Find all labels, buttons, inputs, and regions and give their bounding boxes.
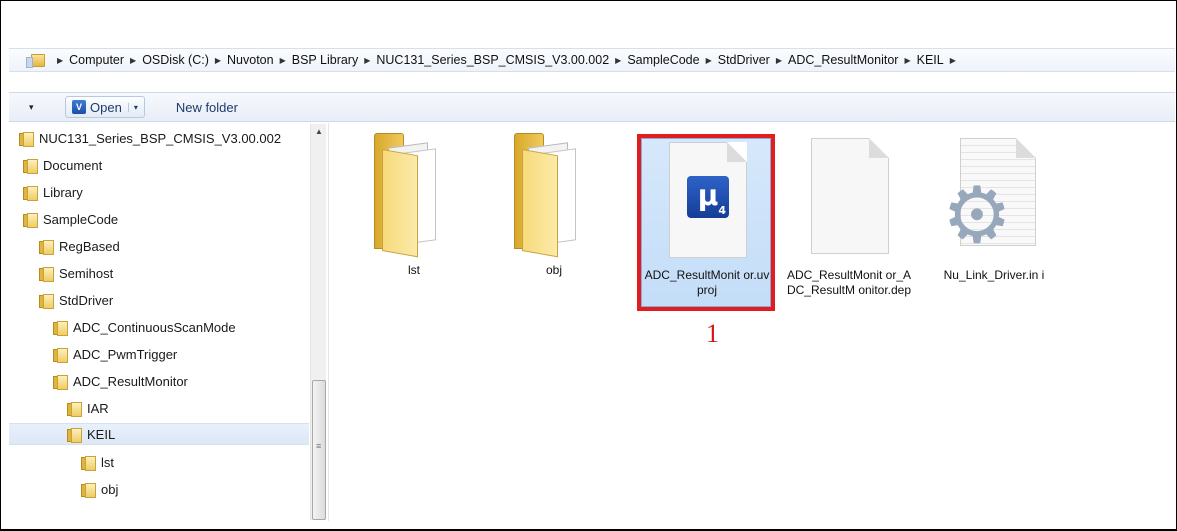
tree-item-iar[interactable]: IAR: [67, 397, 109, 419]
command-toolbar: ▾ V Open ▾ New folder: [9, 92, 1175, 122]
file-list: lst obj μ4 ADC_ResultMonit or.uvproj 1 A…: [330, 123, 1175, 521]
tree-item-label: Library: [43, 184, 83, 200]
tree-item-label: ADC_PwmTrigger: [73, 346, 178, 362]
uvision-app-icon: V: [72, 100, 86, 114]
folder-icon: [23, 212, 38, 228]
breadcrumb-item[interactable]: ADC_ResultMonitor: [788, 53, 898, 67]
folder-icon: [39, 239, 54, 255]
tree-item-adc-resultmonitor[interactable]: ADC_ResultMonitor: [53, 370, 188, 392]
file-item-dep[interactable]: ADC_ResultMonit or_ADC_ResultM onitor.de…: [785, 138, 913, 318]
tree-item-label: IAR: [87, 400, 109, 416]
breadcrumb-separator-icon[interactable]: ▶: [776, 56, 782, 65]
folder-icon: [81, 455, 96, 471]
scroll-up-arrow-icon[interactable]: ▲: [311, 124, 327, 140]
tree-item-label: KEIL: [87, 426, 116, 442]
breadcrumb-separator-icon[interactable]: ▶: [280, 56, 286, 65]
tree-item-label: SampleCode: [43, 211, 119, 227]
annotation-number: 1: [706, 319, 719, 348]
breadcrumb-item[interactable]: Nuvoton: [227, 53, 274, 67]
red-highlight-box: [637, 134, 775, 311]
tree-item-obj[interactable]: obj: [81, 478, 118, 500]
breadcrumb-separator-icon[interactable]: ▶: [904, 56, 910, 65]
tree-item-label: ADC_ResultMonitor: [73, 373, 188, 389]
folder-icon: [39, 266, 54, 282]
folder-icon: [53, 347, 68, 363]
tree-item-label: Semihost: [59, 265, 114, 281]
open-button-label: Open: [90, 99, 122, 115]
tree-item-label: obj: [101, 481, 119, 497]
tree-item-label: Document: [43, 157, 103, 173]
breadcrumb-separator-icon[interactable]: ▶: [57, 56, 63, 65]
navigation-pane: NUC131_Series_BSP_CMSIS_V3.00.002 Docume…: [9, 123, 329, 521]
file-name: ADC_ResultMonit or_ADC_ResultM onitor.de…: [786, 268, 912, 297]
tree-item-lst[interactable]: lst: [81, 451, 114, 473]
breadcrumb-item[interactable]: OSDisk (C:): [142, 53, 209, 67]
tree-item-label: lst: [101, 454, 114, 470]
tree-item-regbased[interactable]: RegBased: [39, 235, 120, 257]
breadcrumb-item[interactable]: NUC131_Series_BSP_CMSIS_V3.00.002: [376, 53, 609, 67]
tree-item-adc-pwmtrigger[interactable]: ADC_PwmTrigger: [53, 343, 177, 365]
tree-item-library[interactable]: Library: [23, 181, 83, 203]
folder-path-icon: [26, 53, 45, 68]
breadcrumb-separator-icon[interactable]: ▶: [130, 56, 136, 65]
breadcrumb[interactable]: ▶ Computer ▶ OSDisk (C:) ▶ Nuvoton ▶ BSP Librar…: [51, 53, 962, 67]
breadcrumb-separator-icon[interactable]: ▶: [950, 56, 956, 65]
folder-icon: [19, 131, 34, 147]
breadcrumb-separator-icon[interactable]: ▶: [215, 56, 221, 65]
breadcrumb-separator-icon[interactable]: ▶: [364, 56, 370, 65]
grip-icon: ≡: [316, 441, 322, 451]
folder-icon: [53, 320, 68, 336]
folder-icon: [81, 482, 96, 498]
breadcrumb-item[interactable]: StdDriver: [718, 53, 770, 67]
tree-item-label: ADC_ContinuousScanMode: [73, 319, 236, 335]
tree-item-label: NUC131_Series_BSP_CMSIS_V3.00.002: [39, 130, 282, 146]
document-icon: [811, 138, 889, 254]
tree-item-label: StdDriver: [59, 292, 114, 308]
folder-icon: [67, 401, 82, 417]
tree-item-nuc131-bsp[interactable]: NUC131_Series_BSP_CMSIS_V3.00.002: [19, 127, 281, 149]
address-bar[interactable]: ▶ Computer ▶ OSDisk (C:) ▶ Nuvoton ▶ BSP Librar…: [9, 48, 1175, 72]
tree-item-document[interactable]: Document: [23, 154, 102, 176]
tree-item-samplecode[interactable]: SampleCode: [23, 208, 118, 230]
new-folder-button[interactable]: New folder: [176, 100, 238, 115]
file-item-obj[interactable]: obj: [490, 133, 618, 293]
tree-item-semihost[interactable]: Semihost: [39, 262, 113, 284]
folder-icon: [374, 133, 450, 258]
breadcrumb-item[interactable]: KEIL: [917, 53, 944, 67]
folder-icon: [514, 133, 590, 258]
breadcrumb-item[interactable]: SampleCode: [627, 53, 699, 67]
folder-icon: [39, 293, 54, 309]
scroll-thumb[interactable]: ≡: [312, 380, 326, 520]
breadcrumb-separator-icon[interactable]: ▶: [706, 56, 712, 65]
file-name: Nu_Link_Driver.in i: [943, 268, 1045, 282]
folder-icon: [23, 185, 38, 201]
open-dropdown-icon[interactable]: ▾: [127, 102, 138, 112]
organize-dropdown-icon[interactable]: ▾: [29, 102, 43, 113]
folder-icon: [23, 158, 38, 174]
breadcrumb-item[interactable]: Computer: [69, 53, 124, 67]
tree-item-adc-continuousscanmode[interactable]: ADC_ContinuousScanMode: [53, 316, 236, 338]
file-item-lst[interactable]: lst: [350, 133, 478, 293]
tree-item-keil[interactable]: KEIL: [9, 423, 309, 445]
file-name: lst: [408, 263, 420, 277]
navigation-scrollbar[interactable]: ▲ ≡: [310, 124, 326, 520]
folder-icon: [53, 374, 68, 390]
folder-icon: [67, 427, 82, 443]
breadcrumb-item[interactable]: BSP Library: [292, 53, 358, 67]
breadcrumb-separator-icon[interactable]: ▶: [615, 56, 621, 65]
open-button[interactable]: V Open ▾: [65, 96, 145, 118]
gear-icon: ⚙: [942, 171, 1012, 259]
tree-item-label: RegBased: [59, 238, 120, 254]
file-item-ini[interactable]: ⚙ Nu_Link_Driver.in i: [930, 138, 1058, 303]
file-name: obj: [545, 263, 562, 277]
tree-item-stddriver[interactable]: StdDriver: [39, 289, 113, 311]
